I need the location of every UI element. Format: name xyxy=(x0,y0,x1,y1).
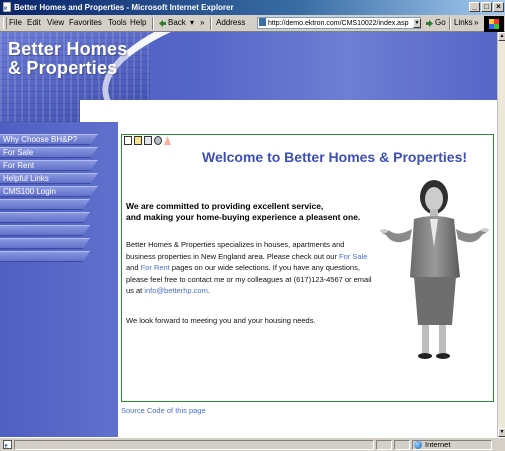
logo-line-2: & Properties xyxy=(8,58,118,78)
minimize-button[interactable]: _ xyxy=(469,2,480,12)
ie-logo-icon xyxy=(484,16,504,32)
menu-view[interactable]: View xyxy=(47,18,64,27)
zone-label: Internet xyxy=(425,440,451,449)
close-button[interactable]: × xyxy=(493,2,504,12)
menu-toolbar: File Edit View Favorites Tools Help Back… xyxy=(0,15,505,32)
intro-paragraph: Better Homes & Properties specializes in… xyxy=(126,239,376,297)
welcome-heading: Welcome to Better Homes & Properties! xyxy=(201,149,468,165)
content-frame: Welcome to Better Homes & Properties! We… xyxy=(121,134,494,402)
nav-empty-slot xyxy=(0,212,90,223)
site-logo[interactable]: Better Homes & Properties xyxy=(8,40,127,78)
svg-text:e: e xyxy=(5,442,8,450)
window-title: Better Homes and Properties - Microsoft … xyxy=(14,3,234,12)
windows-flag-icon xyxy=(489,19,499,29)
toolbar-separator xyxy=(449,17,451,30)
for-sale-link[interactable]: For Sale xyxy=(339,252,367,261)
email-link[interactable]: info@betterhp.com xyxy=(144,286,207,295)
vertical-scrollbar[interactable]: ▲ ▼ xyxy=(497,32,505,437)
back-button-label[interactable]: Back xyxy=(168,18,186,27)
menu-file[interactable]: File xyxy=(9,18,22,27)
nav-for-sale[interactable]: For Sale xyxy=(0,147,98,158)
go-arrow-icon[interactable] xyxy=(425,19,434,28)
nav-empty-slot xyxy=(0,225,90,236)
scroll-up-button[interactable]: ▲ xyxy=(498,32,505,41)
window-title-bar: e Better Homes and Properties - Microsof… xyxy=(0,0,505,15)
maximize-button[interactable]: □ xyxy=(481,2,492,12)
address-value[interactable]: http://demo.ektron.com/CMS10022/index.as… xyxy=(268,20,408,27)
toolbar-separator xyxy=(210,17,212,30)
links-button[interactable]: Links xyxy=(454,18,473,27)
edit-icon[interactable] xyxy=(124,136,132,145)
properties-icon[interactable] xyxy=(144,136,152,145)
copy-icon[interactable] xyxy=(134,136,142,145)
status-pane xyxy=(376,440,392,450)
intro-text-d: . xyxy=(207,286,210,295)
businesswoman-photo xyxy=(380,180,489,359)
back-dropdown-icon[interactable]: ▾ xyxy=(190,18,194,27)
status-pane xyxy=(394,440,410,450)
globe-icon xyxy=(414,441,422,449)
menu-help[interactable]: Help xyxy=(130,18,146,27)
tagline-line-2: and making your home-buying experience a… xyxy=(126,212,361,222)
toolbar-grip[interactable] xyxy=(3,17,7,29)
status-text-pane xyxy=(14,440,374,450)
svg-text:e: e xyxy=(4,4,7,12)
tagline-line-1: We are committed to providing excellent … xyxy=(126,201,324,211)
nav-for-rent[interactable]: For Rent xyxy=(0,160,98,171)
nav-why-choose[interactable]: Why Choose BH&P? xyxy=(0,134,98,145)
toolbar-chevron[interactable]: » xyxy=(200,18,204,27)
header-white-panel xyxy=(80,100,497,135)
logo-line-1: Better Homes xyxy=(8,39,128,59)
address-page-icon xyxy=(259,18,266,26)
nav-cms-login[interactable]: CMS100 Login xyxy=(0,186,98,197)
scroll-down-button[interactable]: ▼ xyxy=(498,428,505,437)
address-input[interactable]: http://demo.ektron.com/CMS10022/index.as… xyxy=(257,17,421,29)
page-viewport: Better Homes & Properties Why Choose BH&… xyxy=(0,32,497,437)
closing-paragraph: We look forward to meeting you and your … xyxy=(126,316,316,325)
intro-text-a: Better Homes & Properties specializes in… xyxy=(126,240,345,261)
address-label: Address xyxy=(216,18,246,27)
preview-icon[interactable] xyxy=(164,136,171,145)
links-chevron[interactable]: » xyxy=(474,18,478,27)
tagline: We are committed to providing excellent … xyxy=(126,201,376,223)
go-button[interactable]: Go xyxy=(435,18,446,27)
menu-edit[interactable]: Edit xyxy=(27,18,41,27)
address-dropdown-button[interactable]: ▼ xyxy=(413,18,421,28)
intro-text-b: and xyxy=(126,263,141,272)
source-code-link[interactable]: Source Code of this page xyxy=(121,406,206,415)
nav-empty-slot xyxy=(0,251,90,262)
toolbar-separator xyxy=(152,17,154,30)
history-icon[interactable] xyxy=(154,136,162,145)
for-rent-link[interactable]: For Rent xyxy=(141,263,170,272)
menu-favorites[interactable]: Favorites xyxy=(69,18,102,27)
menu-tools[interactable]: Tools xyxy=(108,18,127,27)
nav-empty-slot xyxy=(0,199,90,210)
back-arrow-icon[interactable] xyxy=(158,19,167,28)
ie-page-icon: e xyxy=(2,2,12,12)
nav-empty-slot xyxy=(0,238,90,249)
nav-helpful-links[interactable]: Helpful Links xyxy=(0,173,98,184)
page-status-icon: e xyxy=(3,440,12,449)
zone-pane xyxy=(412,440,492,450)
status-bar: e Internet xyxy=(0,437,505,451)
sidebar: Why Choose BH&P? For Sale For Rent Helpf… xyxy=(0,122,118,437)
